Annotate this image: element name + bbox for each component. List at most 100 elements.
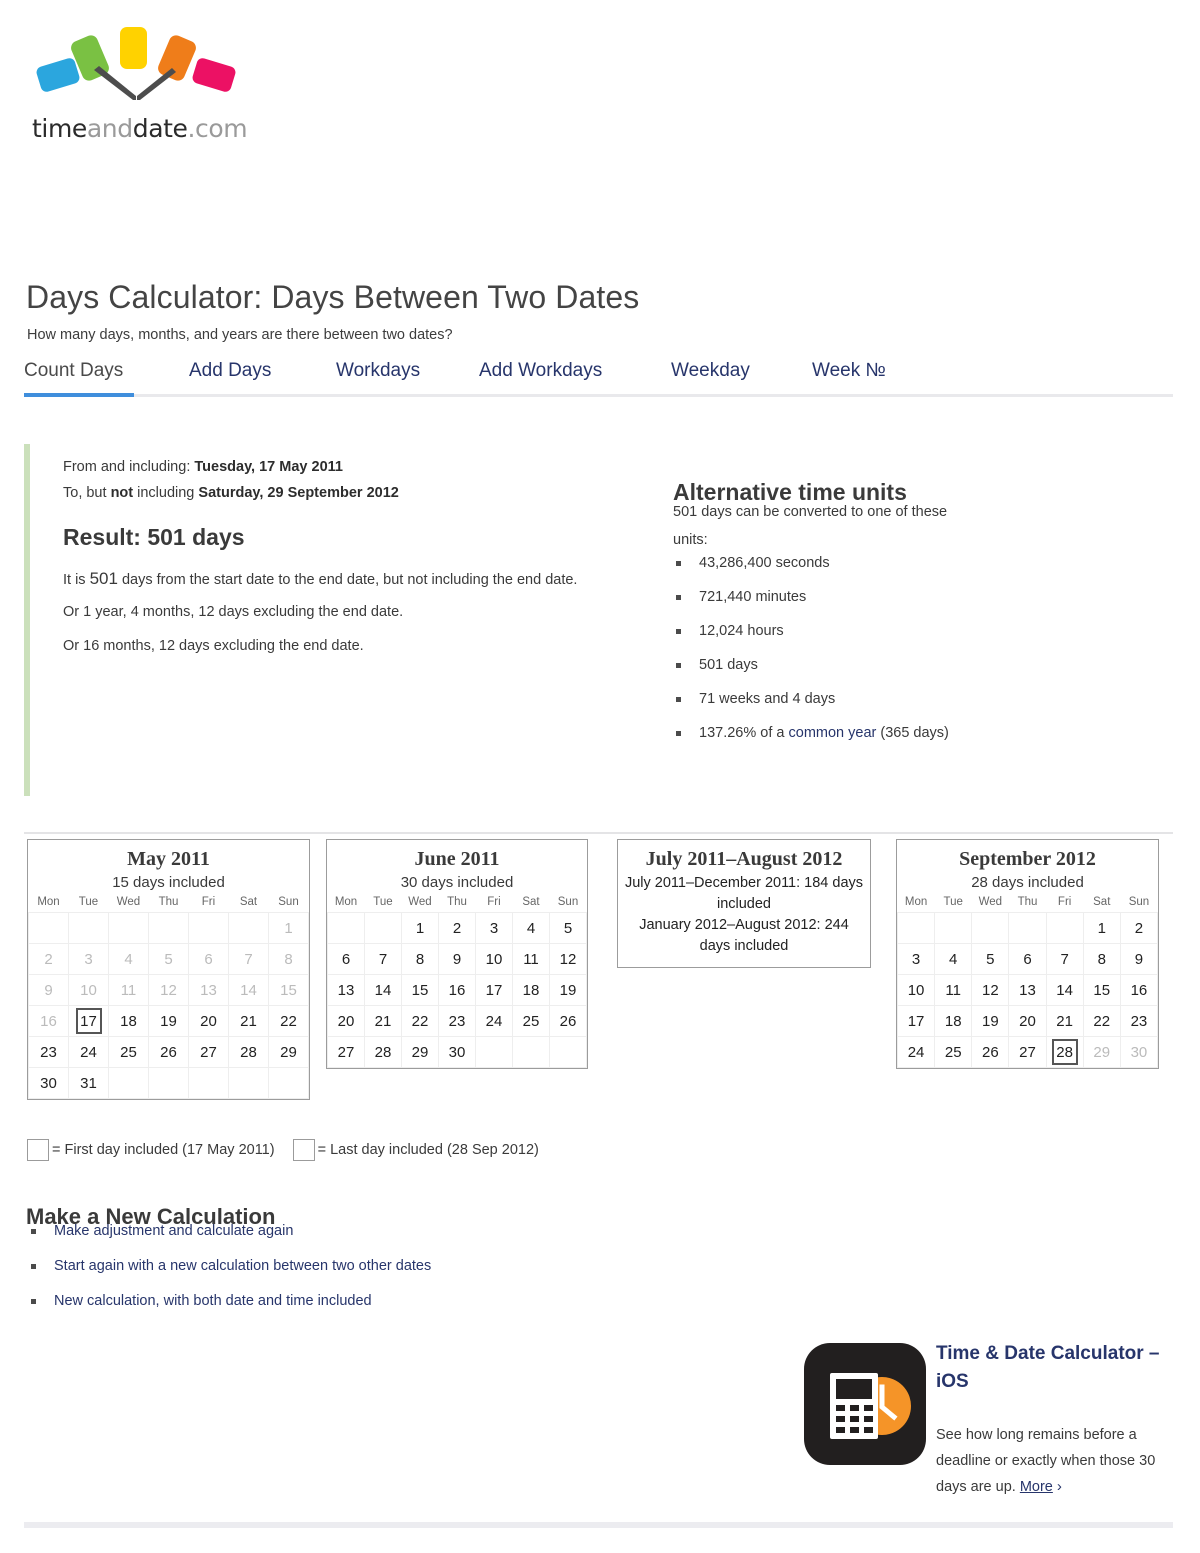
calendar-may-2011: May 2011 15 days included Mon Tue Wed Thu Fr… (27, 839, 310, 1100)
calendar-day-empty (148, 1067, 189, 1099)
calendar-range-line: January 2012–August 2012: 244 days inclu… (639, 917, 849, 954)
calendar-range-summary: July 2011–August 2012 July 2011–December… (617, 839, 871, 968)
calendar-subtitle: 15 days included (112, 874, 225, 891)
calendar-week-row: 17 18 19 20 21 22 23 (896, 1005, 1159, 1037)
calendar-day-included: 3 (896, 943, 936, 975)
weekday-header: Sat (239, 896, 258, 908)
calendar-day-included: 30 (28, 1067, 69, 1099)
calendar-day-number: 28 (1051, 1039, 1078, 1065)
calendar-subtitle: 30 days included (400, 874, 514, 891)
new-calculation-item: Make adjustment and calculate again (26, 1222, 646, 1241)
app-promo-more-link[interactable]: More (1020, 1479, 1053, 1495)
calendar-day-empty (148, 912, 189, 944)
site-logo[interactable]: timeanddate.com (32, 22, 248, 143)
calendar-day-excluded: 3 (68, 943, 109, 975)
calendar-day-empty (934, 912, 973, 944)
tab-add-workdays[interactable]: Add Workdays (479, 360, 602, 382)
calendar-day-excluded: 4 (108, 943, 149, 975)
legend-last-day-label: = Last day included (28 Sep 2012) (317, 1142, 539, 1158)
result-sentence-1: It is 501 days from the start date to th… (63, 569, 577, 589)
calendar-day-excluded: 7 (228, 943, 269, 975)
to-date-value: Saturday, 29 September 2012 (198, 485, 399, 501)
calendar-day-included: 26 (971, 1036, 1010, 1068)
weekday-header: Thu (1017, 896, 1038, 908)
calendar-day-marked: 17 (68, 1005, 109, 1037)
app-promo[interactable]: Time & Date Calculator – iOS See how lon… (804, 1340, 1174, 1500)
calendar-week-row: 12 (896, 912, 1159, 944)
calendar-day-empty (971, 912, 1010, 944)
tab-weekday[interactable]: Weekday (671, 360, 750, 382)
calendar-day-empty (364, 912, 402, 944)
calendar-week-row: 12345 (327, 912, 587, 944)
calendar-day-included: 6 (1008, 943, 1047, 975)
calendar-week-row: 6 7 8 9 10 11 12 (327, 943, 587, 975)
new-calculation-link[interactable]: Make adjustment and calculate again (54, 1223, 293, 1239)
calendar-day-included: 18 (108, 1005, 149, 1037)
calendar-week-row: 16 17 18 19 20 21 22 (28, 1005, 309, 1037)
logo-arc-icon (36, 27, 236, 100)
calendar-day-included: 5 (549, 912, 587, 944)
new-calculation-link[interactable]: New calculation, with both date and time… (54, 1293, 372, 1309)
tab-count-days[interactable]: Count Days (24, 360, 123, 382)
calendar-day-included: 22 (268, 1005, 309, 1037)
calendar-day-included: 14 (1045, 974, 1084, 1006)
weekday-header: Sun (1128, 896, 1150, 908)
calendar-day-excluded: 9 (28, 974, 69, 1006)
new-calculation-link[interactable]: Start again with a new calculation betwe… (54, 1258, 431, 1274)
tab-week[interactable]: Week № (812, 360, 886, 382)
active-tab-underline (24, 393, 134, 397)
calendar-day-included: 5 (971, 943, 1010, 975)
result-days-number: 501 (89, 569, 118, 588)
calendar-day-included: 6 (327, 943, 365, 975)
result-sentence-2: Or 1 year, 4 months, 12 days excluding t… (63, 604, 404, 620)
calendar-day-empty (108, 1067, 149, 1099)
calendar-week-row: 20 21 22 23 24 25 26 (327, 1005, 587, 1037)
result-sentence-1-prefix: It is (63, 572, 90, 588)
calendar-day-included: 2 (438, 912, 476, 944)
calendar-day-included: 19 (549, 974, 587, 1006)
weekday-header: Sat (522, 896, 540, 908)
app-promo-description: See how long remains before a deadline o… (936, 1422, 1176, 1500)
calendar-title: May 2011 (127, 848, 210, 870)
calendar-day-included: 18 (934, 1005, 973, 1037)
calendar-range-lines: July 2011–December 2011: 184 days includ… (618, 871, 870, 967)
calculator-clock-icon (830, 1373, 911, 1439)
calendar-day-included: 9 (1119, 943, 1159, 975)
calendar-day-included: 1 (1082, 912, 1121, 944)
calendar-day-included: 7 (1045, 943, 1084, 975)
app-promo-title: Time & Date Calculator – iOS (936, 1343, 1160, 1392)
page-title: Days Calculator: Days Between Two Dates (26, 279, 640, 316)
tab-add-days[interactable]: Add Days (189, 360, 271, 382)
calendar-day-excluded: 13 (188, 974, 229, 1006)
calendar-day-empty (228, 1067, 269, 1099)
to-label-prefix: To, but (63, 485, 111, 501)
weekday-header: Fri (201, 896, 216, 908)
calendar-subtitle: 28 days included (971, 874, 1084, 891)
calendar-day-included: 9 (438, 943, 476, 975)
calendar-day-included: 16 (438, 974, 476, 1006)
calendar-day-excluded: 16 (28, 1005, 69, 1037)
common-year-link[interactable]: common year (789, 725, 877, 741)
new-calculation-item: Start again with a new calculation betwe… (26, 1257, 646, 1276)
calendar-day-included: 26 (549, 1005, 587, 1037)
calendar-day-included: 20 (188, 1005, 229, 1037)
calendar-day-empty (28, 912, 69, 944)
calendar-weekday-row: Mon Tue Wed Thu Fri Sat Sun (898, 895, 1158, 913)
page-subtitle: How many days, months, and years are the… (27, 327, 453, 343)
calendar-day-included: 25 (512, 1005, 550, 1037)
calendar-week-row: 2345678 (28, 943, 309, 975)
calendar-day-marked: 28 (1045, 1036, 1084, 1068)
calendar-day-included: 24 (896, 1036, 936, 1068)
footer-divider (24, 1522, 1173, 1528)
legend-first-day-label: = First day included (17 May 2011) (52, 1142, 275, 1158)
weekday-header: Mon (37, 896, 60, 908)
calendar-day-included: 4 (512, 912, 550, 944)
calendar-day-included: 27 (1008, 1036, 1047, 1068)
tab-workdays[interactable]: Workdays (336, 360, 420, 382)
calendar-weekday-row: Mon Tue Wed Thu Fri Sat Sun (328, 895, 587, 913)
calendar-day-empty (228, 912, 269, 944)
alternative-unit-item: 137.26% of a common year (365 days) (673, 722, 963, 745)
calendar-day-empty (896, 912, 936, 944)
result-heading: Result: 501 days (63, 524, 245, 550)
calendar-legend: = First day included (17 May 2011) = Last… (27, 1139, 539, 1163)
